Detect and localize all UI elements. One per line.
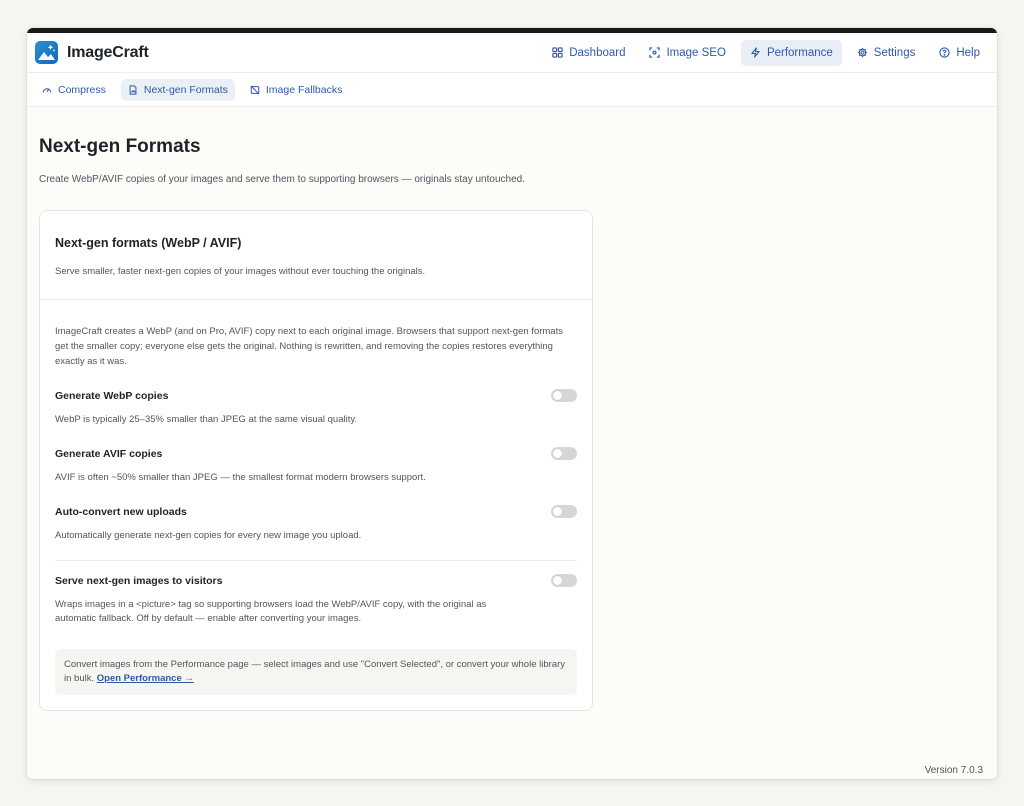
setting-auto-convert: Auto-convert new uploads Automatically g…: [55, 505, 577, 543]
card-intro: ImageCraft creates a WebP (and on Pro, A…: [55, 326, 563, 367]
card-title: Next-gen formats (WebP / AVIF): [55, 236, 242, 250]
toggle-knob: [553, 507, 562, 516]
sub-nav: Compress Next-gen Formats Image Fallback…: [27, 73, 997, 107]
setting-description: AVIF is often ~50% smaller than JPEG — t…: [55, 472, 426, 483]
subnav-next-gen-formats-label: Next-gen Formats: [143, 83, 228, 96]
header-bar: ImageCraft Dashboard Image SEO Performan…: [27, 33, 997, 73]
next-gen-formats-card: Next-gen formats (WebP / AVIF) Serve sma…: [39, 210, 593, 711]
setting-label: Generate AVIF copies: [55, 447, 163, 460]
open-performance-link[interactable]: Open Performance →: [97, 673, 194, 684]
brand-name: ImageCraft: [67, 43, 149, 61]
main-content: Next-gen Formats Create WebP/AVIF copies…: [27, 136, 997, 711]
scan-icon: [649, 47, 661, 58]
nav-image-seo[interactable]: Image SEO: [640, 40, 734, 66]
nav-settings-label: Settings: [873, 46, 916, 59]
help-circle-icon: [939, 47, 950, 58]
nav-performance[interactable]: Performance: [740, 39, 842, 66]
main-nav: Dashboard Image SEO Performance Settings…: [543, 39, 989, 66]
serve-next-gen-toggle[interactable]: [551, 574, 577, 587]
lightning-icon: [751, 47, 760, 58]
nav-settings[interactable]: Settings: [848, 40, 925, 66]
card-body: ImageCraft creates a WebP (and on Pro, A…: [40, 300, 592, 710]
brand[interactable]: ImageCraft: [35, 41, 149, 64]
setting-generate-avif: Generate AVIF copies AVIF is often ~50% …: [55, 447, 577, 485]
setting-description: Wraps images in a <picture> tag so suppo…: [55, 599, 487, 624]
toggle-knob: [553, 449, 562, 458]
app-window: ImageCraft Dashboard Image SEO Performan…: [27, 28, 997, 779]
setting-description: Automatically generate next-gen copies f…: [55, 530, 362, 541]
setting-serve-next-gen: Serve next-gen images to visitors Wraps …: [55, 574, 577, 626]
avif-toggle[interactable]: [551, 447, 577, 460]
subnav-next-gen-formats[interactable]: Next-gen Formats: [120, 78, 235, 101]
setting-description: WebP is typically 25–35% smaller than JP…: [55, 414, 358, 425]
divider: [55, 560, 577, 561]
nav-dashboard-label: Dashboard: [569, 46, 626, 59]
auto-convert-toggle[interactable]: [551, 505, 577, 518]
card-header: Next-gen formats (WebP / AVIF) Serve sma…: [40, 211, 592, 300]
subnav-image-fallbacks-label: Image Fallbacks: [265, 83, 343, 96]
nav-dashboard[interactable]: Dashboard: [543, 40, 634, 66]
subnav-image-fallbacks[interactable]: Image Fallbacks: [243, 79, 349, 101]
setting-label: Serve next-gen images to visitors: [55, 574, 223, 587]
webp-toggle[interactable]: [551, 389, 577, 402]
nav-help[interactable]: Help: [930, 40, 989, 66]
page-description: Create WebP/AVIF copies of your images a…: [39, 174, 525, 185]
page-title: Next-gen Formats: [39, 136, 201, 157]
nav-performance-label: Performance: [766, 46, 833, 59]
toggle-knob: [553, 391, 562, 400]
image-off-icon: [250, 84, 260, 95]
nav-image-seo-label: Image SEO: [666, 46, 726, 59]
subnav-compress[interactable]: Compress: [35, 79, 113, 101]
setting-label: Auto-convert new uploads: [55, 505, 187, 518]
info-note: Convert images from the Performance page…: [55, 649, 577, 695]
subnav-compress-label: Compress: [58, 83, 106, 96]
version-label: Version 7.0.3: [924, 765, 983, 776]
logo-icon: [35, 41, 58, 64]
setting-label: Generate WebP copies: [55, 389, 169, 402]
setting-generate-webp: Generate WebP copies WebP is typically 2…: [55, 389, 577, 427]
nav-help-label: Help: [956, 46, 980, 59]
toggle-knob: [553, 576, 562, 585]
gear-icon: [857, 47, 867, 58]
card-subtitle: Serve smaller, faster next-gen copies of…: [55, 266, 426, 277]
grid-icon: [552, 47, 563, 58]
gauge-icon: [42, 87, 52, 93]
file-image-icon: [129, 84, 137, 95]
